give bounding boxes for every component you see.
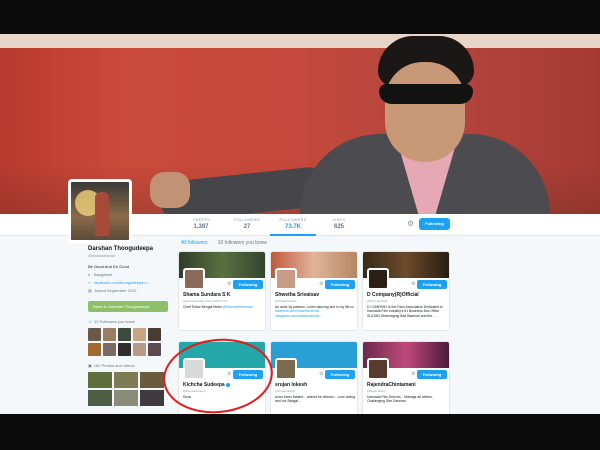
card-bio: Chief Editor Bengal Metro @DiscoverMetro… xyxy=(183,305,253,309)
card-handle: @DCompanyR xyxy=(367,299,388,303)
card-name[interactable]: D Company(R)Official xyxy=(367,292,419,298)
followers-you-know-label[interactable]: ☺ 10 Followers you know xyxy=(88,319,178,324)
card-name[interactable]: srujan lokesh xyxy=(275,382,307,388)
location-pin-icon: ● xyxy=(88,272,91,277)
calendar-icon: ▦ xyxy=(88,288,92,293)
following-button[interactable]: Following xyxy=(325,280,355,289)
follower-thumb[interactable] xyxy=(118,328,131,341)
bottom-letterbox xyxy=(0,414,600,450)
card-avatar[interactable] xyxy=(367,358,389,380)
follower-thumb[interactable] xyxy=(103,343,116,356)
profile-joined: ▦ Joined September 2012 xyxy=(88,288,137,293)
stat-tweets[interactable]: TWEETS 1,387 xyxy=(178,217,224,236)
media-thumb[interactable] xyxy=(140,390,164,406)
top-letterbox xyxy=(0,0,600,34)
gear-icon[interactable]: ⚙ xyxy=(227,281,231,287)
profile-link[interactable]: facebook.com/thoogudeepa.o... xyxy=(94,280,150,285)
tab-followers-you-know[interactable]: 10 followers you know xyxy=(218,240,267,246)
camera-icon: ▣ xyxy=(88,363,92,368)
tab-all-followers[interactable]: All followers xyxy=(181,240,208,246)
following-button[interactable]: Following xyxy=(325,370,355,379)
follower-thumb[interactable] xyxy=(103,328,116,341)
follower-card-rajendra[interactable]: ⚙ Following RajendraChintamani @Rajendra… xyxy=(362,341,450,414)
profile-handle[interactable]: @dasadarshan xyxy=(88,253,178,258)
followers-you-know-grid xyxy=(88,328,178,356)
tweet-to-button[interactable]: Tweet to Darshan Thoogudeepa xyxy=(88,301,168,312)
people-icon: ☺ xyxy=(88,319,93,324)
stat-followers[interactable]: FOLLOWERS 73.7K xyxy=(270,217,316,236)
gear-icon[interactable]: ⚙ xyxy=(319,281,323,287)
card-avatar[interactable] xyxy=(275,358,297,380)
twitter-profile-page: TWEETS 1,387 FOLLOWING 27 FOLLOWERS 73.7… xyxy=(0,34,600,414)
card-avatar[interactable] xyxy=(367,268,389,290)
card-avatar[interactable] xyxy=(275,268,297,290)
media-thumb[interactable] xyxy=(114,390,138,406)
following-button[interactable]: Following xyxy=(417,280,447,289)
profile-location: ● Bangalore xyxy=(88,272,113,277)
card-handle: @Rajendrach xyxy=(367,389,386,393)
profile-url: ∞ facebook.com/thoogudeepa.o... xyxy=(88,280,178,285)
follower-tabs: All followers 10 followers you know xyxy=(181,240,267,246)
follower-thumb[interactable] xyxy=(148,328,161,341)
card-handle: @ShwethaSriva xyxy=(275,299,297,303)
card-bio: Kannada Film Director... Manage all writ… xyxy=(367,395,433,404)
card-avatar[interactable] xyxy=(183,268,205,290)
follower-thumb[interactable] xyxy=(88,328,101,341)
card-handle: @shamasundar FOLLOWS YOU xyxy=(183,299,228,303)
avatar[interactable] xyxy=(68,179,132,243)
stat-likes[interactable]: LIKES 625 xyxy=(316,217,362,236)
media-thumb[interactable] xyxy=(88,372,112,388)
following-button[interactable]: Following xyxy=(419,218,450,230)
card-bio: An actor by passion, Loves dancing and i… xyxy=(275,305,354,318)
following-button[interactable]: Following xyxy=(417,370,447,379)
gear-icon[interactable]: ⚙ xyxy=(411,371,415,377)
follower-card-shama[interactable]: ⚙ Following Shama Sundara S K @shamasund… xyxy=(178,251,266,331)
card-handle: @srujanlokesh xyxy=(275,389,295,393)
follower-thumb[interactable] xyxy=(88,343,101,356)
follower-card-dcompany[interactable]: ⚙ Following D Company(R)Official @DCompa… xyxy=(362,251,450,331)
profile-bio: Be Good And Do Good xyxy=(88,264,129,269)
media-thumb[interactable] xyxy=(140,372,164,388)
card-bio: D COMPANY is the Fans Association Dedica… xyxy=(367,305,443,318)
card-name[interactable]: Shwetha Srivatsav xyxy=(275,292,319,298)
stat-following[interactable]: FOLLOWING 27 xyxy=(224,217,270,236)
follower-thumb[interactable] xyxy=(133,328,146,341)
gear-icon[interactable]: ⚙ xyxy=(407,219,416,228)
follower-card-shwetha[interactable]: ⚙ Following Shwetha Srivatsav @ShwethaSr… xyxy=(270,251,358,331)
following-button[interactable]: Following xyxy=(233,280,263,289)
card-name[interactable]: Shama Sundara S K xyxy=(183,292,231,298)
gear-icon[interactable]: ⚙ xyxy=(319,371,323,377)
card-bio: Actor loves theatre... wanna be director… xyxy=(275,395,355,404)
card-name[interactable]: RajendraChintamani xyxy=(367,382,416,388)
follower-thumb[interactable] xyxy=(118,343,131,356)
link-icon: ∞ xyxy=(88,280,91,285)
profile-name[interactable]: Darshan Thoogudeepa xyxy=(88,246,178,252)
gear-icon[interactable]: ⚙ xyxy=(411,281,415,287)
media-thumb[interactable] xyxy=(114,372,138,388)
follower-thumb[interactable] xyxy=(133,343,146,356)
media-thumb[interactable] xyxy=(88,390,112,406)
follower-thumb[interactable] xyxy=(148,343,161,356)
follower-card-srujan[interactable]: ⚙ Following srujan lokesh @srujanlokesh … xyxy=(270,341,358,414)
profile-stats: TWEETS 1,387 FOLLOWING 27 FOLLOWERS 73.7… xyxy=(178,217,362,236)
